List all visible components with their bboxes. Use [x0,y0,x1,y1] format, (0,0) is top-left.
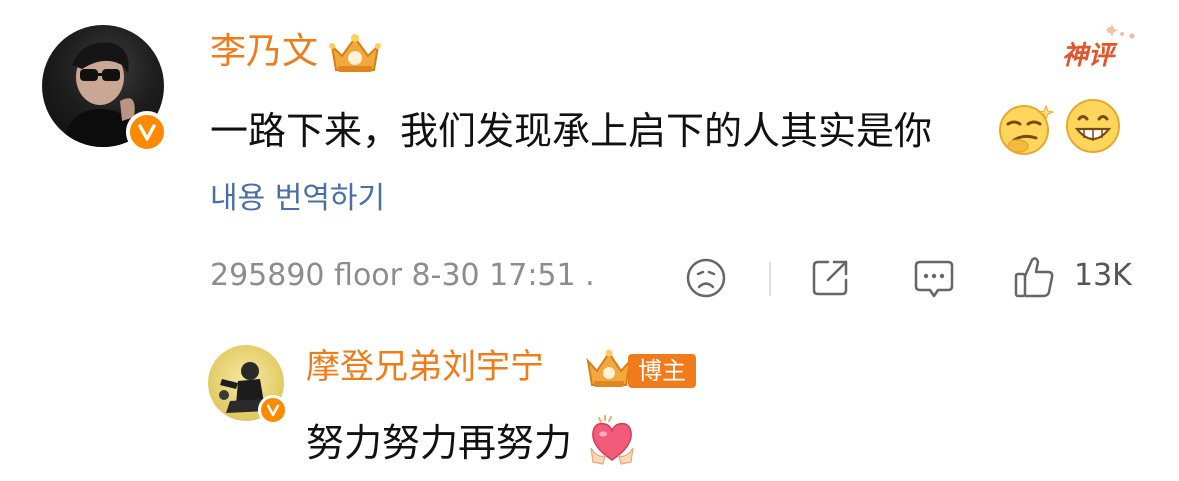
like-icon[interactable] [1012,254,1056,300]
author-tag: 博主 [628,354,696,388]
reply-text: 努力努力再努力 [306,421,573,465]
crown-level-icon [326,30,384,76]
comment-username[interactable]: 李乃文 [210,34,318,70]
comment-icon[interactable] [912,256,956,300]
verified-badge-icon [258,395,288,425]
comment-meta: 295890 floor 8-30 17:51 . [210,258,595,293]
hot-comment-label: 神评 [1062,41,1118,71]
heart-hands-emoji-icon [585,414,639,468]
toolbar-divider [769,262,771,296]
verified-badge-icon [126,111,168,153]
comment-text: 一路下来，我们发现承上启下的人其实是你 [210,109,933,153]
crown-level-icon [584,347,634,391]
translate-link[interactable]: 내용 번역하기 [210,184,385,214]
emoji-reaction-icon[interactable] [684,256,728,300]
reply-username[interactable]: 摩登兄弟刘宇宁 [306,350,544,384]
share-icon[interactable] [808,256,852,300]
grin-emoji-icon [1064,97,1122,155]
hot-comment-badge: 神评 [1062,22,1142,82]
smirk-emoji-icon [996,100,1055,158]
like-count: 13K [1074,258,1132,293]
